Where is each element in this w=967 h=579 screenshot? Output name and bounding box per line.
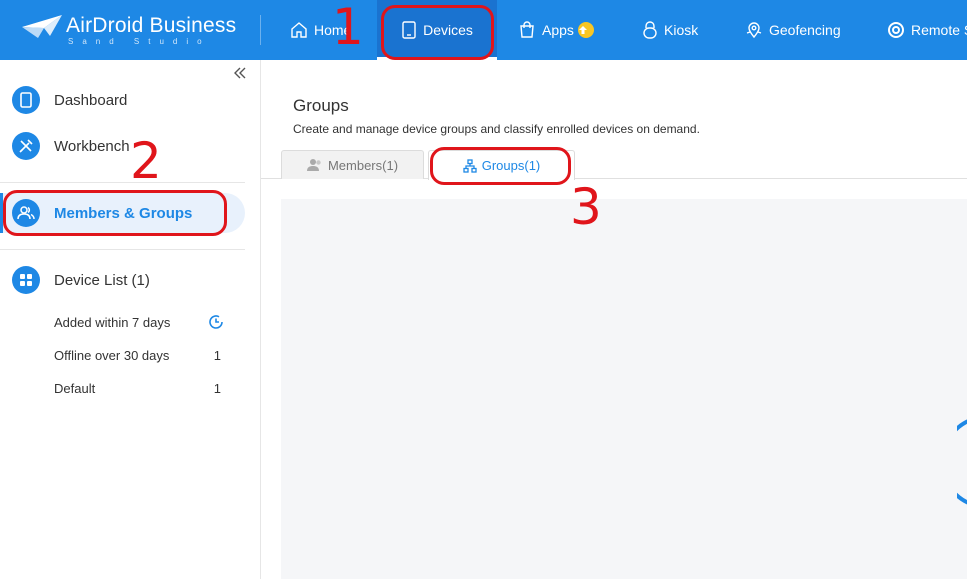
nav-geofencing[interactable]: Geofencing bbox=[745, 0, 841, 60]
sub-item-offline-over-30-days[interactable]: Offline over 30 days 1 bbox=[54, 345, 234, 365]
sub-item-label: Offline over 30 days bbox=[54, 347, 170, 363]
page-title: Groups bbox=[293, 96, 349, 115]
sidebar-item-label: Workbench bbox=[54, 137, 130, 155]
sidebar-item-dashboard[interactable]: Dashboard bbox=[0, 80, 245, 120]
nav-apps[interactable]: Apps bbox=[518, 0, 594, 60]
tools-icon bbox=[12, 132, 40, 160]
nav-remote-support[interactable]: Remote S bbox=[887, 0, 967, 60]
shopping-bag-icon bbox=[520, 21, 534, 38]
map-pin-icon bbox=[746, 22, 762, 39]
nav-kiosk[interactable]: Kiosk bbox=[642, 0, 698, 60]
sub-item-count: 1 bbox=[213, 347, 221, 363]
upgrade-arrow-icon[interactable] bbox=[577, 22, 594, 38]
sidebar-divider bbox=[0, 182, 245, 183]
tab-members-label: Members(1) bbox=[327, 157, 399, 173]
sidebar-item-label: Dashboard bbox=[54, 91, 128, 109]
tab-members[interactable]: Members(1) bbox=[281, 150, 424, 179]
sub-item-added-within-7-days[interactable]: Added within 7 days bbox=[54, 312, 234, 332]
airdroid-logo[interactable]: AirDroid Business Sand Studio bbox=[20, 10, 245, 50]
sub-item-default[interactable]: Default 1 bbox=[54, 378, 234, 398]
sidebar-item-workbench[interactable]: Workbench bbox=[0, 126, 245, 166]
annotation-number-1: 1 bbox=[332, 0, 364, 56]
nav-kiosk-label: Kiosk bbox=[664, 22, 699, 38]
sidebar-item-label: Device List (1) bbox=[54, 271, 150, 289]
sub-item-label: Added within 7 days bbox=[54, 314, 171, 330]
brand-sub: Sand Studio bbox=[68, 37, 211, 46]
topbar-divider bbox=[260, 15, 261, 45]
paper-plane-logo-icon bbox=[22, 15, 62, 38]
clock-icon[interactable] bbox=[208, 314, 224, 330]
page-description: Create and manage device groups and clas… bbox=[293, 122, 700, 136]
annotation-number-3: 3 bbox=[570, 178, 602, 236]
home-icon bbox=[291, 22, 307, 38]
annotation-box-members-groups bbox=[3, 190, 227, 236]
brand-name: AirDroid Business bbox=[66, 14, 237, 37]
nav-apps-label: Apps bbox=[542, 22, 574, 38]
nav-geofencing-label: Geofencing bbox=[769, 22, 841, 38]
sub-item-label: Default bbox=[54, 380, 96, 396]
sidebar-divider bbox=[0, 249, 245, 250]
lifebuoy-icon bbox=[888, 22, 904, 38]
groups-content-panel bbox=[281, 199, 967, 579]
sidebar-item-device-list[interactable]: Device List (1) bbox=[0, 260, 245, 300]
nav-remote-support-label: Remote S bbox=[911, 22, 967, 38]
floating-help-button[interactable] bbox=[957, 412, 967, 512]
members-icon bbox=[306, 159, 321, 171]
sub-item-count: 1 bbox=[213, 380, 221, 396]
grid-icon bbox=[12, 266, 40, 294]
tablet-icon bbox=[12, 86, 40, 114]
annotation-number-2: 2 bbox=[130, 132, 162, 190]
kiosk-lock-icon bbox=[643, 21, 657, 39]
annotation-box-groups-tab bbox=[430, 147, 571, 185]
annotation-box-devices bbox=[381, 5, 494, 60]
